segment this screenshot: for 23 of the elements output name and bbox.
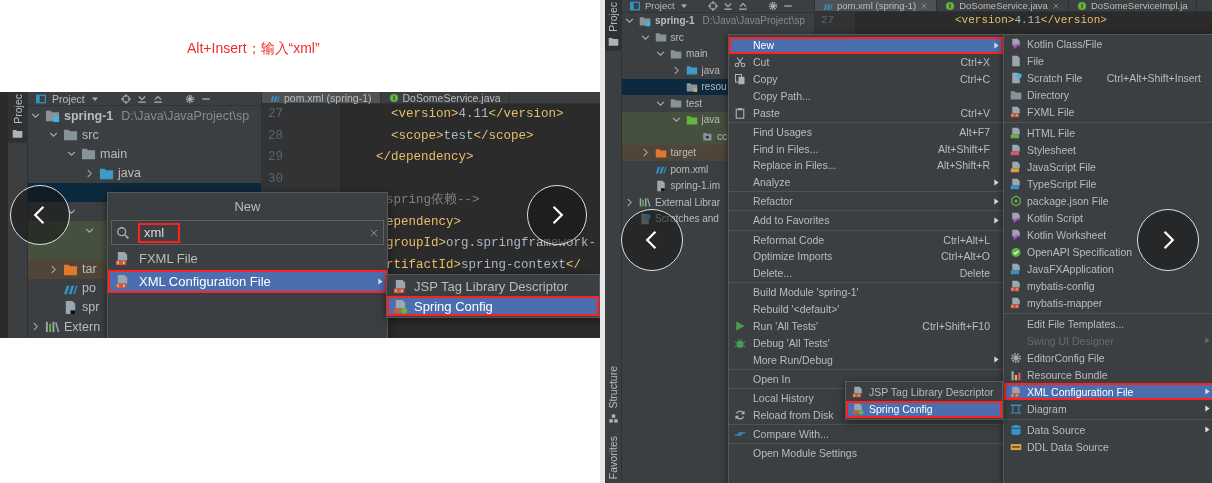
code-line: </dependency> xyxy=(375,149,474,166)
code-line: groupId>org.springframework- xyxy=(386,235,597,252)
code-line: rtifactId>spring-context</ xyxy=(386,256,582,274)
shortcut-text: Delete xyxy=(958,267,991,280)
code-line: <scope>test</scope> xyxy=(390,127,534,145)
shortcut-text: Ctrl+X xyxy=(959,56,991,69)
shortcut-text: Alt+F7 xyxy=(958,125,991,138)
path-text: D:\Java\JavaProject\sp xyxy=(702,15,805,27)
shortcut-text: Ctrl+Alt+L xyxy=(942,233,991,246)
shortcut-text: Ctrl+Alt+O xyxy=(940,250,991,263)
shortcut-text: Ctrl+V xyxy=(959,106,991,119)
shortcut-text: Ctrl+C xyxy=(958,73,991,85)
popup-title: New xyxy=(233,197,262,216)
shortcut-text: Alt+Shift+F xyxy=(937,142,991,155)
code-line: spring依赖--> xyxy=(386,191,480,209)
shortcut-text: Alt+Shift+R xyxy=(935,159,991,172)
code-line: ependency> xyxy=(386,213,461,231)
annotation-text: Alt+Insert；输入“xml” xyxy=(187,40,320,56)
code-line: <version>4.11</version> xyxy=(954,13,1107,28)
code-line: <version>4.11</version> xyxy=(390,106,564,123)
path-text: D:\Java\JavaProject\sp xyxy=(121,108,250,123)
shortcut-text: Ctrl+Shift+F10 xyxy=(921,320,991,332)
shortcut-text: Ctrl+Alt+Shift+Insert xyxy=(1105,71,1202,84)
